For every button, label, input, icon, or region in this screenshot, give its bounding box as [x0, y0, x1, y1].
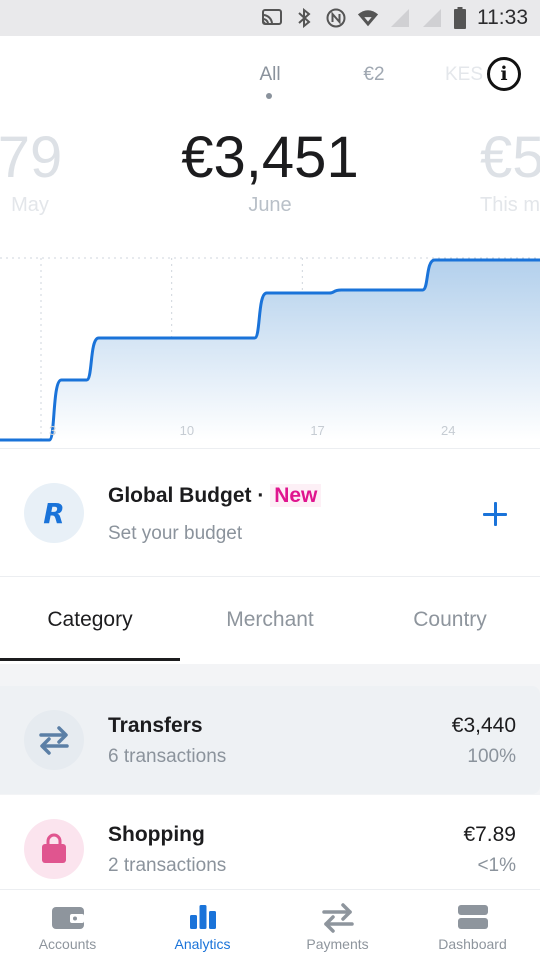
divider: [0, 576, 540, 577]
nfc-icon: [325, 8, 347, 28]
transaction-count: 6 transactions: [108, 746, 227, 767]
tab-category[interactable]: Category: [47, 608, 132, 632]
nav-label: Dashboard: [438, 936, 507, 952]
tab-merchant[interactable]: Merchant: [226, 608, 314, 632]
x-tick-label: 17: [310, 423, 325, 438]
new-badge: New: [270, 484, 322, 507]
category-amount: €3,440: [451, 714, 516, 737]
nav-label: Accounts: [38, 936, 97, 952]
info-icon: i: [500, 63, 508, 85]
wallet-icon: [50, 903, 86, 931]
shopping-bag-icon: [24, 819, 84, 879]
nav-analytics[interactable]: Analytics: [135, 890, 270, 960]
tab-country[interactable]: Country: [413, 608, 487, 632]
budget-title-text: Global Budget: [108, 484, 252, 507]
month-label: This m: [480, 194, 540, 216]
info-button[interactable]: i: [487, 57, 521, 91]
x-tick-label: 24: [441, 423, 456, 438]
bluetooth-icon: [293, 8, 315, 28]
nav-dashboard[interactable]: Dashboard: [405, 890, 540, 960]
add-budget-button[interactable]: [478, 497, 512, 531]
month-amount: €5: [480, 125, 540, 190]
category-percent: 100%: [467, 746, 516, 767]
cast-icon: [261, 8, 283, 28]
list-item[interactable]: Transfers 6 transactions €3,440 100%: [0, 686, 540, 794]
bar-chart-icon: [185, 903, 221, 931]
month-label: May: [11, 194, 49, 216]
currency-tab-all[interactable]: All: [259, 64, 280, 86]
month-next[interactable]: €5 This m: [480, 128, 540, 217]
spending-chart-svg: [0, 257, 540, 442]
month-previous[interactable]: 79 May: [0, 128, 120, 217]
x-tick-label: 10: [179, 423, 195, 438]
budget-subtitle: Set your budget: [108, 523, 243, 544]
list-item[interactable]: Shopping 2 transactions €7.89 <1%: [0, 795, 540, 903]
month-label: June: [248, 194, 292, 216]
nav-payments[interactable]: Payments: [270, 890, 405, 960]
category-amount: €7.89: [463, 823, 516, 846]
category-name: Shopping: [108, 823, 205, 846]
revolut-logo-icon: R: [24, 483, 84, 543]
clock: 11:33: [477, 6, 528, 29]
transaction-count: 2 transactions: [108, 855, 227, 876]
category-percent: <1%: [477, 855, 516, 876]
group-tabs: Category Merchant Country: [0, 578, 540, 664]
category-name: Transfers: [108, 714, 203, 737]
spending-chart[interactable]: 3 10 17 24: [0, 250, 540, 448]
signal-icon: [389, 8, 411, 28]
nav-label: Analytics: [174, 936, 231, 952]
dashboard-icon: [455, 903, 491, 931]
budget-title: Global Budget · New: [108, 484, 322, 508]
month-amount: 79: [0, 125, 63, 190]
wifi-icon: [357, 8, 379, 28]
active-tab-underline: [0, 658, 180, 661]
nav-accounts[interactable]: Accounts: [0, 890, 135, 960]
x-tick-label: 3: [49, 423, 57, 438]
active-tab-indicator: [266, 93, 272, 99]
currency-tab-kes[interactable]: KES: [445, 64, 483, 86]
nav-label: Payments: [306, 936, 369, 952]
signal-icon: [421, 8, 443, 28]
battery-icon: [453, 7, 467, 29]
bottom-navigation: Accounts Analytics Payments Dashboard: [0, 889, 540, 960]
transfer-arrows-icon: [320, 903, 356, 933]
category-list: Transfers 6 transactions €3,440 100% Sho…: [0, 664, 540, 903]
transfer-arrows-icon: [24, 710, 84, 770]
chart-area: [0, 260, 540, 440]
status-bar: 11:33: [0, 0, 540, 36]
global-budget-row[interactable]: R Global Budget · New Set your budget: [0, 449, 540, 577]
month-current[interactable]: €3,451 June: [150, 128, 390, 217]
currency-tab-eur[interactable]: €2: [363, 64, 384, 86]
month-amount: €3,451: [181, 125, 359, 190]
budget-separator: ·: [257, 484, 265, 507]
